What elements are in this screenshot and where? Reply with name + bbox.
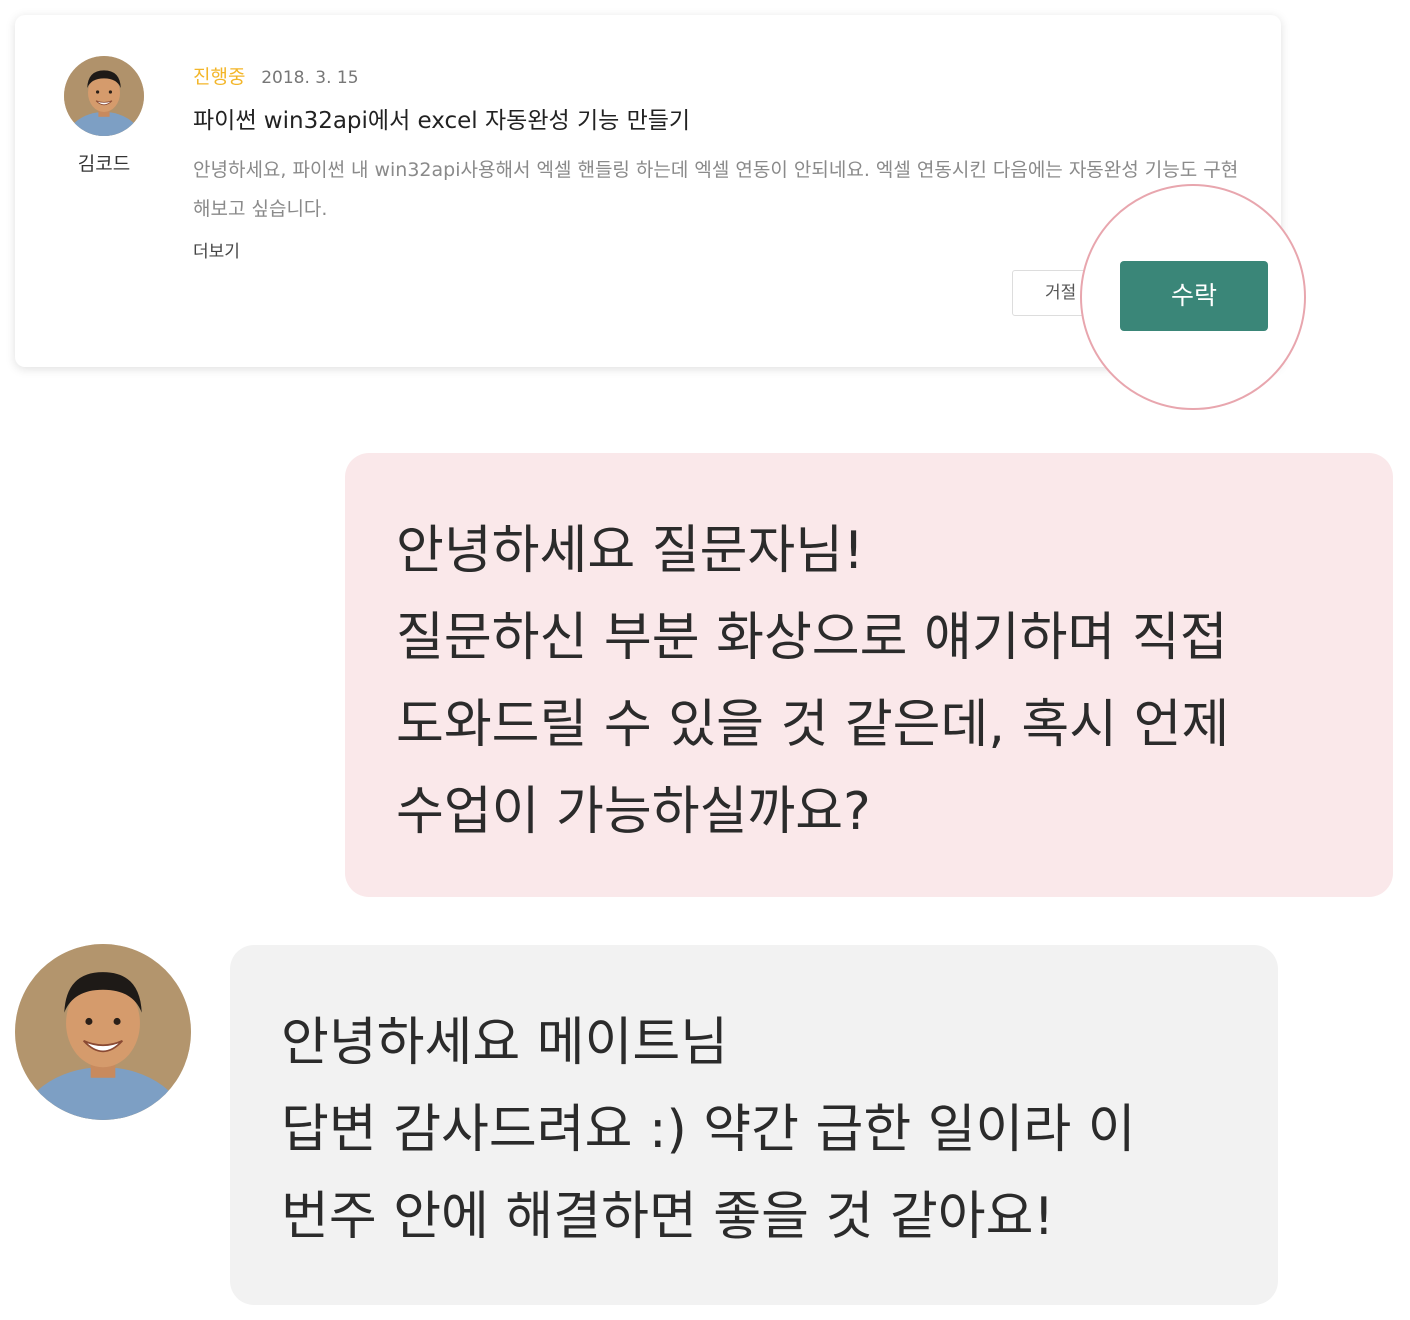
status-badge: 진행중 — [193, 66, 246, 88]
user-message-line: 답변 감사드려요 :) 약간 급한 일이라 이 — [281, 1100, 1136, 1160]
mate-message-line: 도와드릴 수 있을 것 같은데, 혹시 언제 — [396, 695, 1230, 755]
mate-message-bubble: 안녕하세요 질문자님! 질문하신 부분 화상으로 얘기하며 직접 도와드릴 수 … — [345, 453, 1393, 897]
user-message-bubble: 안녕하세요 메이트님 답변 감사드려요 :) 약간 급한 일이라 이 번주 안에… — [230, 945, 1278, 1305]
author-avatar — [64, 56, 144, 136]
user-message-line: 번주 안에 해결하면 좋을 것 같아요! — [281, 1187, 1055, 1247]
accept-button[interactable]: 수락 — [1120, 261, 1268, 331]
mate-message-line: 안녕하세요 질문자님! — [396, 521, 864, 581]
user-message-line: 안녕하세요 메이트님 — [281, 1013, 729, 1073]
request-meta: 진행중 2018. 3. 15 — [193, 62, 359, 89]
author-name: 김코드 — [77, 153, 131, 175]
user-avatar — [15, 944, 191, 1120]
request-title: 파이썬 win32api에서 excel 자동완성 기능 만들기 — [193, 108, 691, 134]
mate-message-line: 질문하신 부분 화상으로 얘기하며 직접 — [396, 608, 1228, 668]
mate-message-line: 수업이 가능하실까요? — [396, 782, 871, 842]
request-description: 안녕하세요, 파이썬 내 win32api사용해서 엑셀 핸들링 하는데 엑셀 … — [193, 159, 1239, 220]
request-date: 2018. 3. 15 — [261, 68, 359, 88]
more-link[interactable]: 더보기 — [193, 237, 240, 262]
